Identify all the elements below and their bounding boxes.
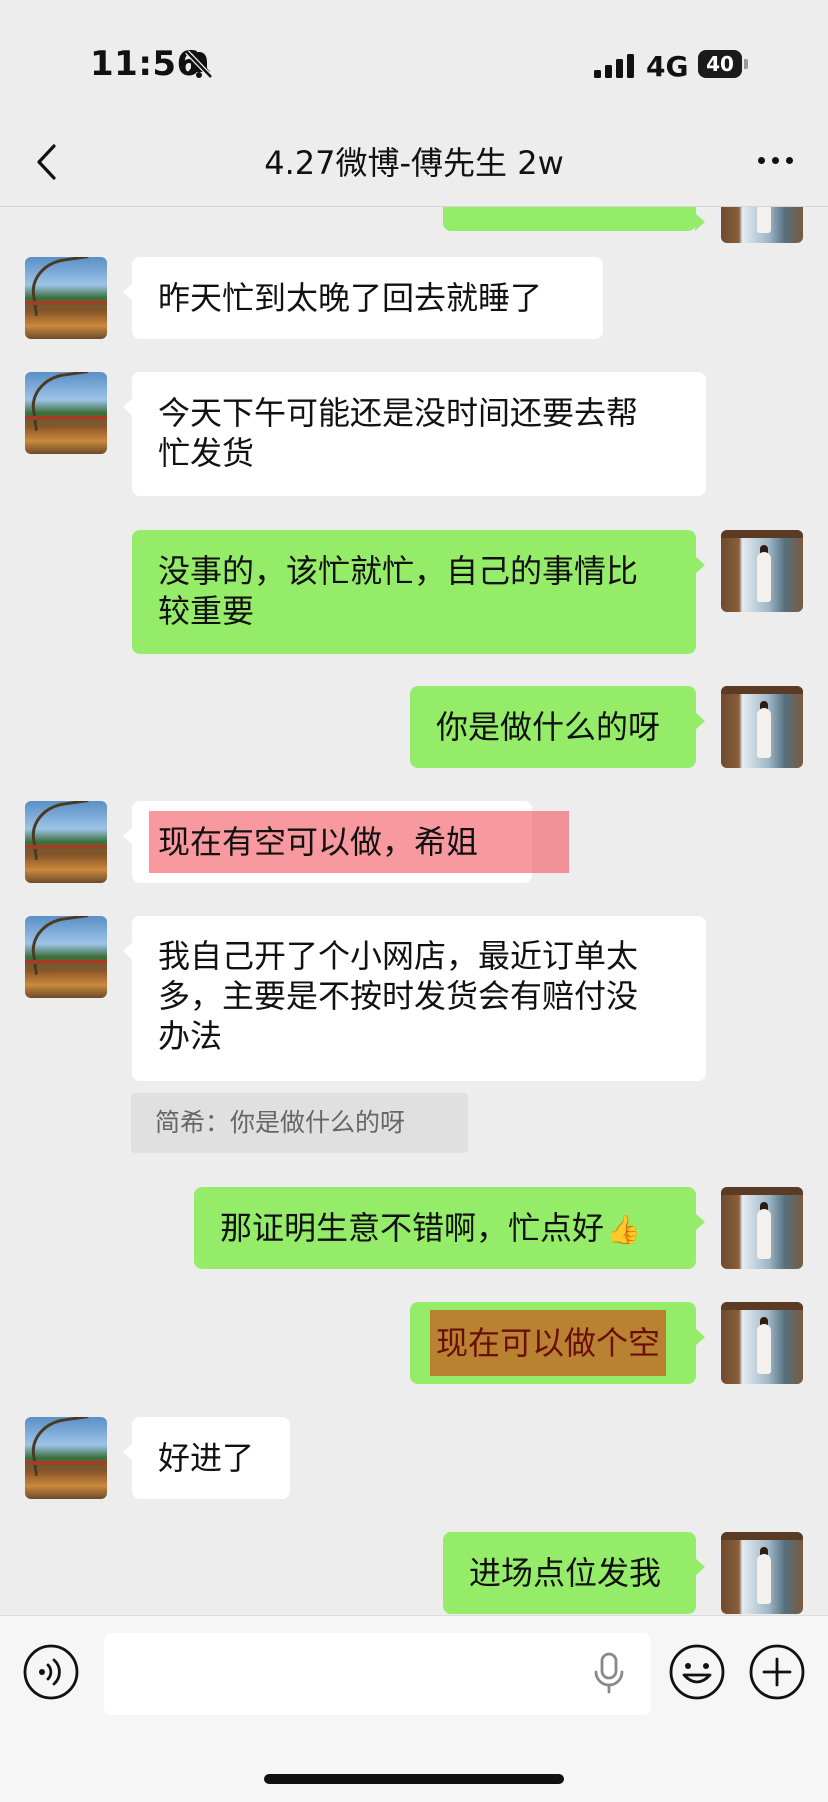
contact-avatar[interactable]	[25, 916, 107, 998]
add-icon[interactable]	[748, 1643, 806, 1701]
highlighted-text: 现在可以做个空	[430, 1310, 667, 1376]
home-indicator	[264, 1774, 564, 1784]
my-avatar[interactable]	[721, 686, 803, 768]
quoted-reply[interactable]: 简希：你是做什么的呀	[131, 1093, 468, 1153]
message-text-line: 较重要	[158, 592, 255, 630]
signal-icon	[594, 54, 634, 78]
message-text: 现在有空可以做，希姐	[158, 823, 479, 861]
message-text: 那证明生意不错啊，忙点好👍	[220, 1197, 670, 1261]
bell-muted-icon	[185, 50, 213, 79]
message-text: 你是做什么的呀	[436, 708, 661, 746]
my-avatar[interactable]	[721, 1302, 803, 1384]
message-text-body: 那证明生意不错啊，忙点好	[220, 1209, 605, 1247]
chat-title: 4.27微博-傅先生 2w	[264, 144, 564, 182]
more-icon[interactable]	[756, 150, 796, 170]
thumbs-up-icon: 👍	[606, 1213, 641, 1246]
my-avatar[interactable]	[721, 1187, 803, 1269]
message-bubble[interactable]: 进场点位发我	[443, 1532, 705, 1614]
network-label: 4G	[646, 50, 689, 83]
message-text-line: 没事的，该忙就忙，自己的事情比	[158, 552, 639, 590]
message-text-line: 办法	[158, 1017, 223, 1055]
message-bubble[interactable]: 今天下午可能还是没时间还要去帮 忙发货	[123, 372, 706, 496]
message-bubble[interactable]: 我自己开了个小网店，最近订单太 多，主要是不按时发货会有赔付没 办法	[123, 916, 706, 1081]
message-bubble[interactable]: 你是做什么的呀	[410, 686, 705, 768]
message-text: 现在可以做个空	[430, 1310, 670, 1376]
message-text-line: 忙发货	[158, 434, 255, 472]
contact-avatar[interactable]	[25, 372, 107, 454]
emoji-icon[interactable]	[668, 1643, 726, 1701]
battery-icon: 40	[698, 50, 748, 78]
message-text: 昨天忙到太晚了回去就睡了	[158, 279, 543, 317]
message-text-line: 多，主要是不按时发货会有赔付没	[158, 977, 639, 1015]
message-bubble[interactable]: 现在有空可以做，希姐	[123, 801, 532, 883]
contact-avatar[interactable]	[25, 1417, 107, 1499]
message-text: 好进了	[158, 1439, 255, 1477]
message-bubble[interactable]: 现在可以做个空	[410, 1302, 705, 1384]
my-avatar[interactable]	[721, 207, 803, 243]
battery-level: 40	[706, 52, 734, 76]
mic-icon[interactable]	[592, 1652, 626, 1694]
message-text-line: 我自己开了个小网店，最近订单太	[158, 937, 639, 975]
message-bubble[interactable]: 好进了	[123, 1417, 290, 1499]
message-text-line: 今天下午可能还是没时间还要去帮	[158, 394, 639, 432]
message-input[interactable]	[104, 1633, 651, 1715]
contact-avatar[interactable]	[25, 801, 107, 883]
message-bubble[interactable]: 没事的，该忙就忙，自己的事情比 较重要	[132, 530, 705, 654]
message-bubble-partial[interactable]	[443, 207, 705, 231]
my-avatar[interactable]	[721, 530, 803, 612]
my-avatar[interactable]	[721, 1532, 803, 1614]
voice-icon[interactable]	[22, 1643, 80, 1701]
message-bubble[interactable]: 那证明生意不错啊，忙点好👍	[194, 1187, 705, 1269]
message-bubble[interactable]: 昨天忙到太晚了回去就睡了	[123, 257, 603, 339]
contact-avatar[interactable]	[25, 257, 107, 339]
message-text: 进场点位发我	[469, 1554, 662, 1592]
